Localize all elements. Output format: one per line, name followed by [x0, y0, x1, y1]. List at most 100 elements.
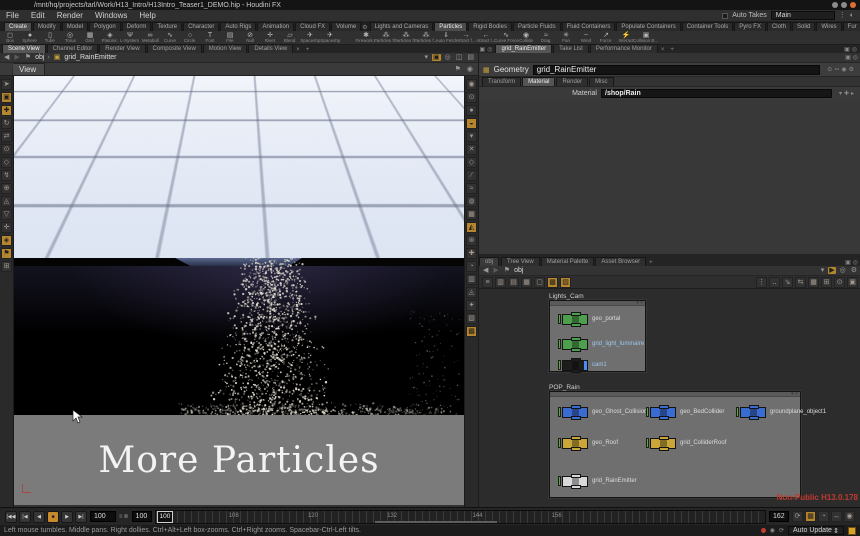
shelf-tab[interactable]: Populate Containers: [616, 22, 680, 31]
network-node[interactable]: geo_BedCollider: [646, 406, 724, 418]
pane-tab[interactable]: Asset Browser: [595, 257, 646, 266]
menu-item[interactable]: Render: [51, 11, 89, 20]
network-tool-icon[interactable]: ⊙: [834, 277, 845, 288]
viewport-display-icon[interactable]: ▧: [466, 313, 477, 324]
network-node[interactable]: groundplane_object1: [736, 406, 826, 418]
network-path-icon[interactable]: ◎: [839, 267, 847, 274]
help-globe-icon[interactable]: ◐: [850, 12, 854, 19]
viewport-tool-icon[interactable]: ▽: [1, 209, 12, 220]
network-path-icon[interactable]: ▾: [820, 267, 826, 274]
take-selector[interactable]: Main: [771, 11, 835, 20]
viewport-display-icon[interactable]: ◉: [466, 79, 477, 90]
shelf-tab[interactable]: Solid: [792, 22, 815, 31]
pathbar-icon[interactable]: ◎: [444, 54, 452, 61]
shelf-tab[interactable]: Volume: [331, 22, 361, 31]
material-field-icon[interactable]: ▾: [839, 91, 842, 97]
take-menu-icon[interactable]: ⋮: [839, 12, 846, 19]
playbar-option-icon[interactable]: ▦: [805, 511, 816, 522]
viewport-tool-icon[interactable]: ◬: [1, 196, 12, 207]
viewport-display-icon[interactable]: ⊙: [466, 92, 477, 103]
pane-tab[interactable]: Motion View: [203, 44, 248, 53]
path-back-icon[interactable]: ◀: [3, 54, 10, 61]
network-tool-icon[interactable]: ⇘: [782, 277, 793, 288]
shelf-tab[interactable]: Cloth: [767, 22, 791, 31]
close-button[interactable]: [850, 2, 856, 8]
network-box-pop-rain[interactable]: ▾ × geo_Ghost_Collision geo_BedCollider: [549, 391, 801, 498]
network-box-lights-cam[interactable]: ▾ × geo_portal grid_light_luminaire: [549, 300, 646, 372]
viewport-tool-icon[interactable]: ➤: [1, 79, 12, 90]
network-editor-canvas[interactable]: Lights_Cam ▾ × geo_portal grid_light_lum…: [479, 289, 860, 507]
viewport-tool-icon[interactable]: ↯: [1, 170, 12, 181]
pane-tab[interactable]: Scene View: [2, 44, 46, 53]
shelf-tab[interactable]: Create: [4, 22, 32, 31]
transport-button[interactable]: |◀: [19, 511, 31, 523]
network-tool-icon[interactable]: ⋮: [756, 277, 767, 288]
maximize-button[interactable]: [841, 2, 847, 8]
network-tool-icon[interactable]: ≡: [482, 277, 493, 288]
pathbar-icon[interactable]: ▾: [424, 54, 430, 61]
param-header-icon[interactable]: ∾: [834, 67, 839, 73]
network-path-icon[interactable]: ▶: [828, 267, 835, 274]
viewport-display-icon[interactable]: ✚: [466, 248, 477, 259]
node-body[interactable]: [562, 407, 588, 418]
viewport-tool-icon[interactable]: ⊕: [1, 183, 12, 194]
playbar-option-icon[interactable]: ⟳: [792, 511, 803, 522]
shelf-tab[interactable]: Particle Fluids: [513, 22, 561, 31]
parameter-tab[interactable]: Transform: [482, 77, 521, 86]
path-bookmark-icon[interactable]: ⚑: [503, 267, 511, 274]
path-forward-icon[interactable]: ▶: [13, 54, 20, 61]
node-display-flag[interactable]: [558, 407, 561, 417]
path-context[interactable]: obj: [35, 54, 44, 61]
pathbar-icon[interactable]: ◫: [455, 54, 464, 61]
view-tab[interactable]: View: [12, 63, 45, 75]
material-path-field[interactable]: /shop/Rain: [601, 89, 832, 98]
shelf-tab[interactable]: Rigid Bodies: [468, 22, 512, 31]
path-node[interactable]: grid_RainEmitter: [64, 54, 116, 61]
error-indicator-icon[interactable]: [761, 528, 766, 533]
network-box-title[interactable]: POP_Rain: [549, 384, 580, 391]
parameter-tab[interactable]: Material: [522, 77, 555, 86]
shelf-tab[interactable]: Lights and Cameras: [370, 22, 434, 31]
path-back-icon[interactable]: ◀: [482, 267, 489, 274]
playbar-option-icon[interactable]: ◉: [844, 511, 855, 522]
node-name-field[interactable]: grid_RainEmitter: [533, 65, 821, 75]
network-node[interactable]: cam1: [558, 359, 607, 371]
viewport-tool-icon[interactable]: ◇: [1, 157, 12, 168]
pane-menu-icon[interactable]: ◎: [853, 55, 858, 61]
viewport-tool-icon[interactable]: ⇄: [1, 131, 12, 142]
viewport-display-icon[interactable]: ▥: [466, 274, 477, 285]
network-tool-icon[interactable]: ▦: [808, 277, 819, 288]
network-tool-icon[interactable]: ▢: [534, 277, 545, 288]
network-tool-icon[interactable]: ▦: [521, 277, 532, 288]
network-tool-icon[interactable]: ⊞: [821, 277, 832, 288]
viewport-display-icon[interactable]: ▦: [466, 209, 477, 220]
shelf-tab[interactable]: Fluid Containers: [562, 22, 616, 31]
material-field-icon[interactable]: ✚: [844, 91, 849, 97]
param-header-icon[interactable]: ◉: [841, 67, 846, 73]
network-node[interactable]: geo_Roof: [558, 437, 618, 449]
viewport-display-icon[interactable]: ●: [466, 105, 477, 116]
viewport-tool-icon[interactable]: ✚: [1, 105, 12, 116]
network-tool-icon[interactable]: ⇆: [795, 277, 806, 288]
node-body[interactable]: [740, 407, 766, 418]
playbar-option-icon[interactable]: ↔: [831, 511, 842, 522]
viewport-3d-scene[interactable]: More Particles: [14, 76, 464, 505]
network-node[interactable]: grid_ColliderRoof: [646, 437, 726, 449]
network-box-title[interactable]: Lights_Cam: [549, 293, 584, 300]
network-path-context[interactable]: obj: [514, 267, 523, 274]
path-bookmark-icon[interactable]: ⚑: [24, 54, 32, 61]
update-mode-icon[interactable]: [848, 527, 856, 535]
playbar-option-icon[interactable]: ◔: [818, 511, 829, 522]
viewport-tool-icon[interactable]: ↻: [1, 118, 12, 129]
param-header-icon[interactable]: ⚙: [849, 67, 854, 73]
node-display-flag[interactable]: [558, 314, 561, 324]
node-body[interactable]: [650, 407, 676, 418]
transport-button[interactable]: ▶|: [75, 511, 87, 523]
viewport-tool-icon[interactable]: ✛: [1, 222, 12, 233]
viewport-display-icon[interactable]: ◇: [466, 157, 477, 168]
node-body[interactable]: [562, 438, 588, 449]
network-node[interactable]: grid_light_luminaire: [558, 338, 644, 350]
viewport-display-icon[interactable]: ✕: [466, 144, 477, 155]
playbar-mid-icon[interactable]: ≡: [119, 514, 123, 520]
view-header-icon[interactable]: ⚑: [454, 66, 462, 73]
